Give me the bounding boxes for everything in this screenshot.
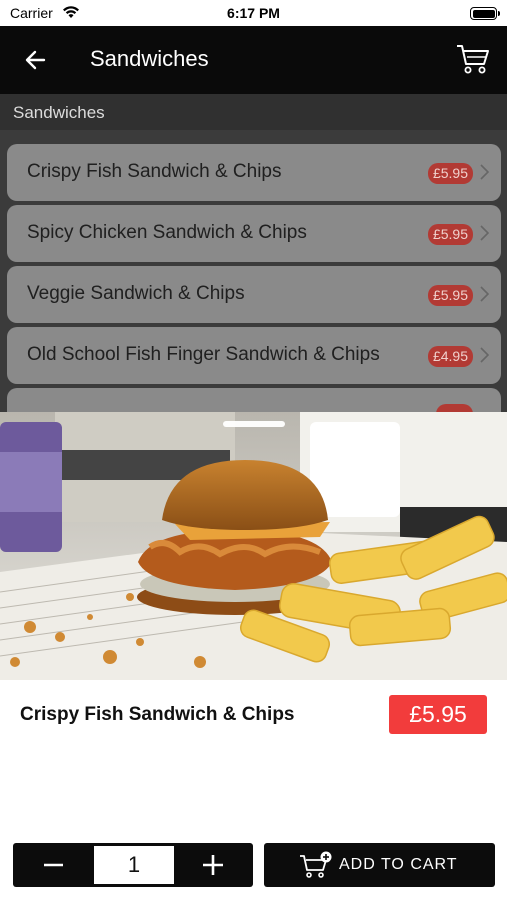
minus-icon[interactable] (13, 843, 93, 887)
product-photo (0, 412, 507, 680)
chevron-right-icon (480, 286, 489, 302)
add-cart-icon (300, 851, 332, 878)
list-item[interactable]: Veggie Sandwich & Chips £5.95 (7, 266, 501, 323)
plus-icon[interactable] (173, 843, 253, 887)
list-item[interactable]: Spicy Chicken Sandwich & Chips £5.95 (7, 205, 501, 262)
cart-icon[interactable] (455, 40, 491, 76)
battery-icon (470, 7, 500, 20)
quantity-stepper: 1 (13, 843, 253, 887)
clock: 6:17 PM (227, 5, 280, 21)
product-title: Crispy Fish Sandwich & Chips (20, 704, 295, 725)
add-to-cart-label: ADD TO CART (339, 856, 458, 873)
chevron-right-icon (480, 225, 489, 241)
item-price: £5.95 (427, 285, 473, 306)
item-price: £5.95 (427, 163, 473, 184)
chevron-right-icon (480, 164, 489, 180)
item-name: Spicy Chicken Sandwich & Chips (27, 222, 307, 243)
nav-bar: Sandwiches (0, 26, 507, 94)
status-bar: Carrier 6:17 PM (0, 0, 507, 26)
page-title: Sandwiches (90, 46, 209, 71)
sheet-grabber-handle[interactable] (223, 421, 285, 427)
item-price: £5.95 (427, 224, 473, 245)
arrow-left-icon[interactable] (22, 46, 50, 74)
product-price: £5.95 (389, 695, 487, 734)
product-detail-sheet: Crispy Fish Sandwich & Chips £5.95 1 ADD… (0, 412, 507, 900)
add-to-cart-button[interactable]: ADD TO CART (264, 843, 495, 887)
quantity-value[interactable]: 1 (94, 846, 174, 884)
item-name: Old School Fish Finger Sandwich & Chips (27, 344, 380, 365)
menu-list: Sandwiches Crispy Fish Sandwich & Chips … (0, 94, 507, 424)
list-item[interactable]: Old School Fish Finger Sandwich & Chips … (7, 327, 501, 384)
section-header: Sandwiches (0, 94, 507, 130)
chevron-right-icon (480, 347, 489, 363)
list-item[interactable]: Crispy Fish Sandwich & Chips £5.95 (7, 144, 501, 201)
item-name: Veggie Sandwich & Chips (27, 283, 245, 304)
item-price: £4.95 (427, 346, 473, 367)
item-name: Crispy Fish Sandwich & Chips (27, 161, 282, 182)
